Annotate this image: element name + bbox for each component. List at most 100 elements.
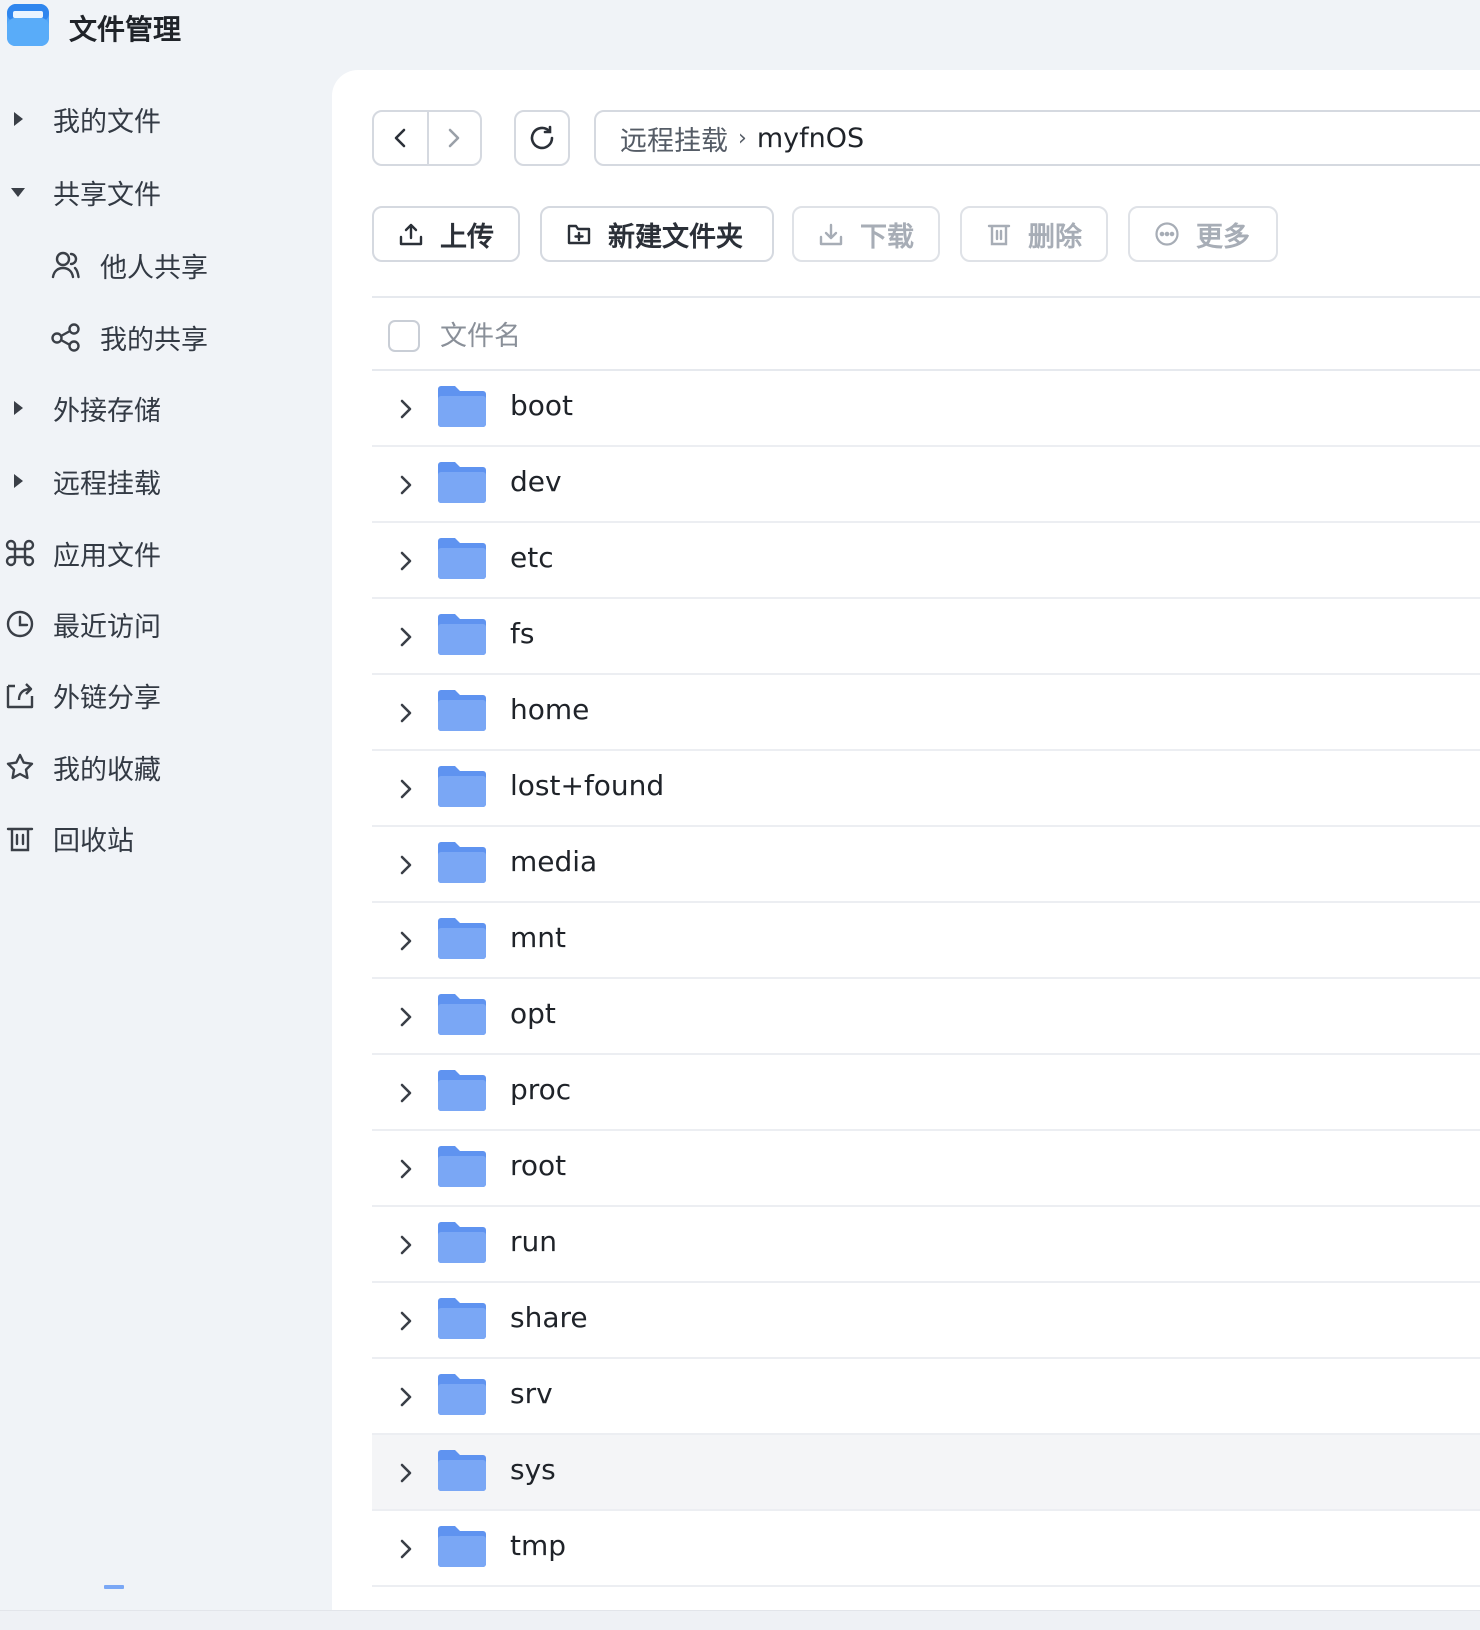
folder-icon: [438, 1374, 486, 1415]
folder-icon: [438, 1146, 486, 1187]
sidebar: 文件管理 我的文件 共享文件 他人共享 我的共享 外接存储 远程挂载 应用文件 …: [0, 0, 330, 1630]
chevron-right-icon[interactable]: [398, 1081, 414, 1105]
sidebar-item-my-shares[interactable]: 我的共享: [0, 309, 320, 365]
sidebar-item-recent[interactable]: 最近访问: [0, 596, 320, 652]
file-name: sys: [510, 1453, 556, 1486]
sidebar-item-external-storage[interactable]: 外接存储: [0, 380, 320, 436]
table-row[interactable]: mnt: [372, 903, 1480, 979]
folder-icon: [438, 766, 486, 807]
table-row[interactable]: share: [372, 1283, 1480, 1359]
chevron-right-icon[interactable]: [398, 625, 414, 649]
file-name: media: [510, 845, 598, 878]
table-row[interactable]: opt: [372, 979, 1480, 1055]
sidebar-item-label: 共享文件: [53, 179, 161, 211]
caret-right-icon[interactable]: [14, 401, 23, 415]
folder-icon: [438, 386, 486, 427]
sidebar-item-my-files[interactable]: 我的文件: [0, 91, 320, 147]
table-row[interactable]: boot: [372, 371, 1480, 447]
sidebar-item-label: 远程挂载: [53, 468, 161, 500]
delete-label: 删除: [1028, 221, 1082, 253]
folder-icon: [438, 690, 486, 731]
file-name: root: [510, 1149, 567, 1182]
chevron-right-icon[interactable]: [398, 1385, 414, 1409]
breadcrumb-separator: ›: [738, 125, 747, 151]
chevron-right-icon[interactable]: [398, 853, 414, 877]
sidebar-item-label: 他人共享: [100, 252, 208, 284]
sidebar-item-link-share[interactable]: 外链分享: [0, 667, 320, 723]
chevron-right-icon[interactable]: [398, 549, 414, 573]
file-name: share: [510, 1301, 588, 1334]
chevron-right-icon[interactable]: [398, 397, 414, 421]
new-folder-label: 新建文件夹: [608, 221, 743, 253]
sidebar-item-trash[interactable]: 回收站: [0, 810, 320, 866]
breadcrumb-item-remote-mount[interactable]: 远程挂载: [620, 119, 728, 158]
upload-icon: [399, 223, 423, 246]
table-row[interactable]: srv: [372, 1359, 1480, 1435]
table-row[interactable]: media: [372, 827, 1480, 903]
chevron-right-icon[interactable]: [398, 929, 414, 953]
table-row[interactable]: dev: [372, 447, 1480, 523]
table-row[interactable]: sys: [372, 1435, 1480, 1511]
file-name: mnt: [510, 921, 566, 954]
sidebar-item-label: 我的共享: [100, 324, 208, 356]
chevron-right-icon[interactable]: [398, 701, 414, 725]
chevron-right-icon[interactable]: [398, 1461, 414, 1485]
sidebar-item-remote-mount[interactable]: 远程挂载: [0, 453, 320, 509]
refresh-button[interactable]: [514, 110, 570, 166]
sidebar-item-label: 应用文件: [53, 540, 161, 572]
new-folder-button[interactable]: 新建文件夹: [540, 206, 774, 262]
table-row[interactable]: tmp: [372, 1511, 1480, 1587]
breadcrumb-item-current[interactable]: myfnOS: [757, 123, 864, 154]
download-button[interactable]: 下载: [792, 206, 940, 262]
chevron-right-icon[interactable]: [398, 1537, 414, 1561]
chevron-right-icon[interactable]: [398, 1157, 414, 1181]
main-panel: 远程挂载 › myfnOS 上传 新建文件夹 下载 删除 更多 文件名 boot…: [332, 70, 1480, 1610]
table-row[interactable]: fs: [372, 599, 1480, 675]
sidebar-item-shared-files[interactable]: 共享文件: [0, 164, 320, 220]
select-all-checkbox[interactable]: [388, 320, 420, 352]
chevron-right-icon[interactable]: [398, 1005, 414, 1029]
chevron-right-icon[interactable]: [398, 1233, 414, 1257]
trash-icon: [6, 827, 34, 852]
more-icon: [1155, 222, 1179, 246]
sidebar-item-app-files[interactable]: 应用文件: [0, 525, 320, 581]
file-name: lost+found: [510, 769, 665, 802]
download-label: 下载: [860, 221, 914, 253]
upload-button[interactable]: 上传: [372, 206, 520, 262]
users-icon: [51, 251, 80, 279]
column-header-name[interactable]: 文件名: [440, 314, 521, 353]
bottom-bar: [0, 1610, 1480, 1630]
file-name: dev: [510, 465, 562, 498]
sidebar-item-favorites[interactable]: 我的收藏: [0, 739, 320, 795]
sidebar-item-label: 外链分享: [53, 682, 161, 714]
caret-right-icon[interactable]: [14, 112, 23, 126]
table-row[interactable]: root: [372, 1131, 1480, 1207]
file-name: home: [510, 693, 590, 726]
chevron-right-icon[interactable]: [398, 1309, 414, 1333]
sidebar-item-shared-with-me[interactable]: 他人共享: [0, 237, 320, 293]
table-row[interactable]: run: [372, 1207, 1480, 1283]
chevron-left-icon: [395, 128, 406, 148]
caret-right-icon[interactable]: [14, 474, 23, 488]
chevron-right-icon[interactable]: [398, 473, 414, 497]
file-name: fs: [510, 617, 535, 650]
chevron-right-icon[interactable]: [398, 777, 414, 801]
folder-icon-partial: [104, 1585, 124, 1589]
refresh-icon: [530, 125, 554, 150]
forward-button[interactable]: [426, 112, 480, 164]
caret-down-icon[interactable]: [11, 188, 25, 197]
delete-button[interactable]: 删除: [960, 206, 1108, 262]
upload-label: 上传: [440, 221, 494, 253]
folder-icon: [438, 538, 486, 579]
folder-icon: [438, 918, 486, 959]
file-name: proc: [510, 1073, 572, 1106]
table-row[interactable]: home: [372, 675, 1480, 751]
table-row[interactable]: etc: [372, 523, 1480, 599]
file-name: boot: [510, 389, 574, 422]
file-name: tmp: [510, 1529, 567, 1562]
back-button[interactable]: [374, 112, 427, 164]
table-row[interactable]: lost+found: [372, 751, 1480, 827]
table-row[interactable]: proc: [372, 1055, 1480, 1131]
sidebar-item-label: 外接存储: [53, 395, 161, 427]
more-button[interactable]: 更多: [1128, 206, 1278, 262]
